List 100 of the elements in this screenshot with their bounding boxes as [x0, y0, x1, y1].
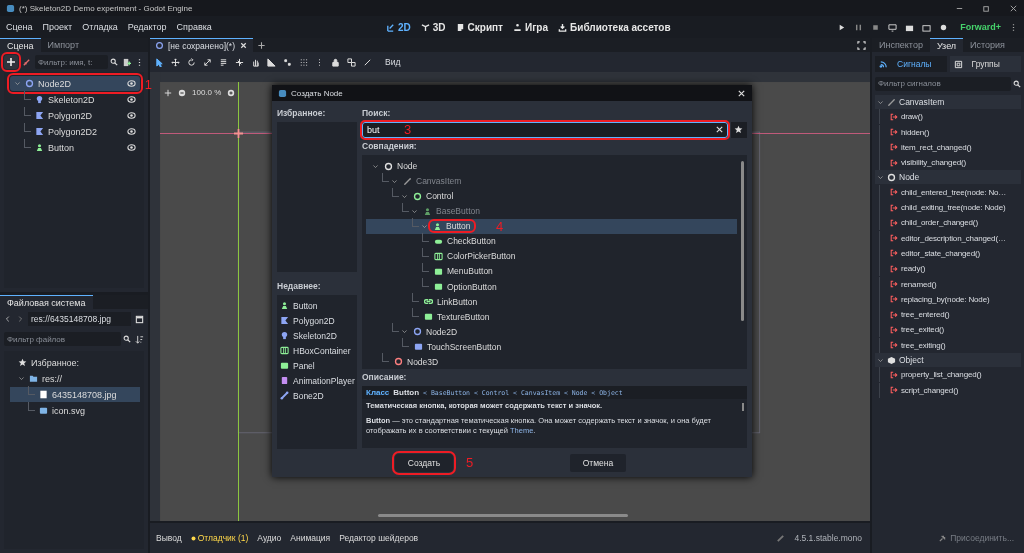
signal-item[interactable]: editor_state_changed() — [879, 245, 1021, 261]
chevron-icon[interactable] — [372, 162, 379, 170]
list-icon[interactable] — [219, 57, 228, 67]
chevron-icon[interactable] — [877, 174, 884, 181]
menu-item[interactable]: Справка — [176, 22, 212, 32]
file-tree-item[interactable]: 6435148708.jpg — [10, 387, 140, 402]
restore-icon[interactable] — [982, 3, 991, 13]
scale-icon[interactable] — [203, 57, 212, 67]
dock-tab[interactable]: Инспектор — [872, 38, 930, 52]
ruler-icon[interactable] — [267, 57, 276, 67]
signal-item[interactable]: property_list_changed() — [879, 367, 1021, 383]
window-icon[interactable] — [135, 314, 144, 324]
zoom-out-icon[interactable] — [178, 88, 186, 97]
signal-item[interactable]: editor_description_changed(… — [879, 230, 1021, 246]
link-icon[interactable] — [22, 57, 31, 67]
workspace-tab[interactable]: Игра — [513, 21, 549, 33]
scene-tree-item[interactable]: Polygon2D2 — [10, 124, 140, 139]
zoom-in-icon[interactable] — [227, 88, 236, 97]
signal-item[interactable]: tree_exiting() — [879, 337, 1021, 353]
create-button[interactable]: Создать — [395, 454, 453, 472]
subtab-button[interactable]: Группы — [949, 56, 1021, 72]
filter-field[interactable]: Фильтр файлов — [4, 332, 121, 346]
chevron-icon[interactable] — [18, 375, 25, 382]
signal-group-header[interactable]: CanvasItem — [875, 95, 1021, 109]
signal-item[interactable]: item_rect_changed() — [879, 139, 1021, 155]
signal-item[interactable]: tree_exited() — [879, 322, 1021, 338]
file-tree-item[interactable]: Избранное: — [10, 355, 140, 370]
monitor-icon[interactable] — [888, 22, 898, 32]
workspace-tab[interactable]: Скрипт — [455, 21, 503, 33]
dock-tab[interactable]: Узел — [929, 38, 964, 52]
hand-icon[interactable] — [251, 57, 260, 67]
recent-item[interactable]: Skeleton2D — [280, 329, 354, 342]
eye-icon[interactable] — [127, 111, 136, 120]
pivot-icon[interactable] — [235, 57, 244, 67]
renderer-menu[interactable]: Forward+ — [960, 22, 1001, 32]
bottom-panel-tab[interactable]: Вывод — [156, 533, 182, 543]
cancel-button[interactable]: Отмена — [570, 454, 626, 472]
scrollbar[interactable] — [741, 161, 744, 321]
bottom-panel-tab[interactable]: Редактор шейдеров — [339, 533, 419, 543]
signal-group-header[interactable]: Node — [875, 170, 1021, 185]
chevron-icon[interactable] — [877, 98, 884, 106]
subtab-button[interactable]: Сигналы — [875, 56, 947, 72]
menu-item[interactable]: Отладка — [82, 22, 118, 32]
path-field[interactable]: res://6435148708.jpg — [28, 312, 131, 326]
filter-field[interactable]: Фильтр сигналов — [875, 76, 1011, 91]
recent-item[interactable]: AnimationPlayer — [280, 374, 354, 387]
signal-item[interactable]: script_changed() — [879, 382, 1021, 398]
eye-icon[interactable] — [127, 79, 136, 88]
scene-tree-item[interactable]: Polygon2D — [10, 108, 140, 123]
dock-tab[interactable]: Импорт — [40, 38, 86, 52]
workspace-tab[interactable]: 2D — [386, 21, 411, 33]
fullscreen-icon[interactable] — [857, 40, 866, 50]
scrollbar[interactable] — [378, 514, 628, 517]
signal-item[interactable]: child_entered_tree(node: No… — [879, 184, 1021, 200]
dock-tab[interactable]: История — [963, 38, 1012, 52]
view-menu[interactable]: Вид — [385, 57, 401, 67]
close-icon[interactable] — [1009, 3, 1018, 13]
dock-tab[interactable]: Файловая система — [0, 295, 93, 309]
workspace-tab[interactable]: Библиотека ассетов — [558, 21, 671, 33]
rotate-icon[interactable] — [187, 57, 196, 67]
clear-icon[interactable] — [715, 125, 724, 134]
sort-icon[interactable] — [135, 334, 144, 344]
recent-item[interactable]: Button — [280, 299, 354, 312]
lock-icon[interactable] — [331, 57, 340, 67]
signal-item[interactable]: tree_entered() — [879, 307, 1021, 323]
scene-tree-item[interactable]: Button — [10, 140, 140, 155]
bottom-panel-tab[interactable]: Анимация — [290, 533, 331, 543]
chevron-icon[interactable] — [14, 80, 21, 87]
menu-item[interactable]: Проект — [42, 22, 73, 32]
play-icon[interactable] — [837, 22, 847, 32]
scene-tree-item[interactable]: Skeleton2D — [10, 92, 140, 107]
arrow-icon[interactable] — [155, 57, 164, 67]
signal-item[interactable]: draw() — [879, 109, 1021, 125]
signal-group-header[interactable]: Object — [875, 353, 1021, 368]
plus-icon[interactable] — [257, 40, 266, 50]
chevron-icon[interactable] — [877, 356, 884, 364]
recent-item[interactable]: Bone2D — [280, 389, 354, 402]
recent-item[interactable]: Polygon2D — [280, 314, 354, 327]
group-icon[interactable] — [347, 57, 356, 67]
favorite-button[interactable] — [731, 122, 747, 138]
bottom-panel-tab[interactable]: Аудио — [257, 533, 282, 543]
class-tree-item[interactable]: Node — [366, 159, 737, 174]
signal-item[interactable]: renamed() — [879, 276, 1021, 292]
snap-icon[interactable] — [283, 57, 292, 67]
eye-icon[interactable] — [127, 95, 136, 104]
dock-tab[interactable]: Сцена — [0, 38, 41, 52]
scene-tab[interactable]: [не сохранено](*) — [150, 37, 253, 53]
filter-field[interactable]: Фильтр: имя, t: — [35, 55, 108, 69]
grid-dots-icon[interactable] — [299, 57, 308, 67]
signal-item[interactable]: child_exiting_tree(node: Node) — [879, 200, 1021, 216]
class-tree-item[interactable]: Node3D — [366, 354, 737, 369]
eye-icon[interactable] — [127, 127, 136, 136]
workspace-tab[interactable]: 3D — [420, 21, 446, 33]
file-tree-item[interactable]: res:// — [10, 371, 140, 386]
recent-item[interactable]: HBoxContainer — [280, 344, 354, 357]
signal-item[interactable]: hidden() — [879, 124, 1021, 140]
add-node-button[interactable] — [4, 55, 18, 69]
menu-item[interactable]: Редактор — [127, 22, 167, 32]
menu-item[interactable]: Сцена — [6, 22, 33, 32]
move-arrows-icon[interactable] — [171, 57, 180, 67]
